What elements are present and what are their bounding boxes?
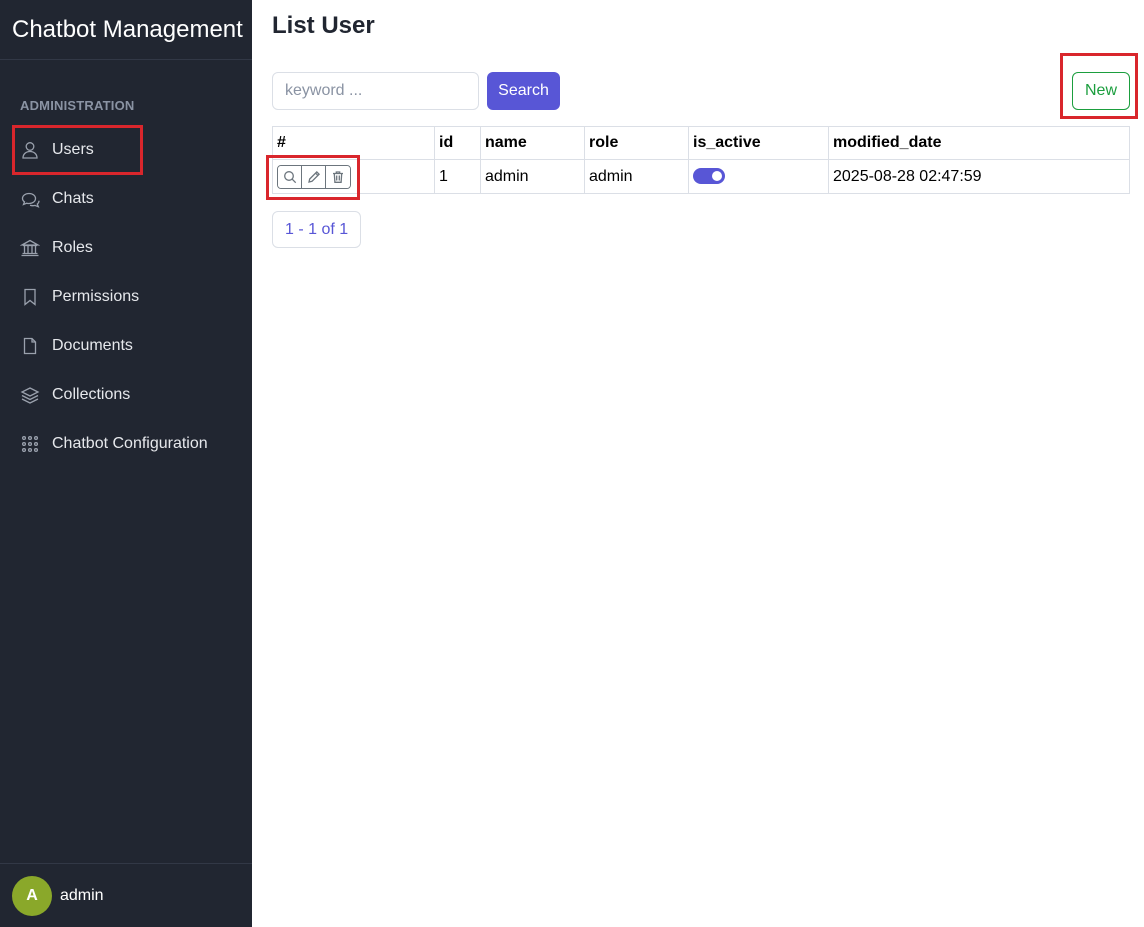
cell-role: admin [584, 159, 689, 194]
toggle-knob [712, 171, 722, 182]
sidebar-item-label: Chats [52, 189, 94, 207]
page-title: List User [272, 12, 375, 39]
table-header-row: # id name role is_active modified_date [272, 126, 1130, 160]
main-content: List User Search New # id name role is_a… [252, 0, 1144, 927]
sidebar-item-label: Documents [52, 336, 133, 354]
sidebar-item-label: Collections [52, 385, 131, 403]
document-icon [20, 336, 40, 356]
new-button[interactable]: New [1072, 72, 1130, 110]
cell-name: admin [480, 159, 585, 194]
search-icon [283, 170, 296, 183]
sidebar-item-label: Roles [52, 238, 93, 256]
sidebar-item-chats[interactable]: Chats [0, 174, 252, 223]
sidebar-item-collections[interactable]: Collections [0, 370, 252, 419]
row-action-group [277, 164, 351, 189]
sidebar-item-documents[interactable]: Documents [0, 321, 252, 370]
sidebar-footer[interactable]: A admin [0, 863, 252, 927]
cell-modified-date: 2025-08-28 02:47:59 [828, 159, 1130, 194]
view-button[interactable] [278, 165, 302, 188]
sidebar-item-label: Users [52, 140, 94, 158]
cell-id: 1 [434, 159, 481, 194]
column-header-actions: # [272, 126, 435, 160]
pencil-icon [307, 170, 320, 183]
column-header-name[interactable]: name [480, 126, 585, 160]
grid-dots-icon [20, 434, 40, 454]
row-actions-cell [272, 159, 435, 194]
sidebar-item-permissions[interactable]: Permissions [0, 272, 252, 321]
column-header-id[interactable]: id [434, 126, 481, 160]
avatar[interactable]: A [12, 875, 52, 916]
users-table: # id name role is_active modified_date 1… [272, 126, 1130, 194]
chat-icon [20, 189, 40, 209]
edit-button[interactable] [302, 165, 326, 188]
search-input[interactable] [272, 72, 479, 110]
sidebar: Chatbot Management ADMINISTRATION Users … [0, 0, 252, 927]
bank-icon [20, 238, 40, 258]
column-header-modified-date[interactable]: modified_date [828, 126, 1130, 160]
trash-icon [333, 170, 343, 183]
layers-icon [20, 385, 40, 405]
search-button[interactable]: Search [487, 72, 560, 110]
sidebar-item-users[interactable]: Users [0, 125, 252, 174]
pagination-info[interactable]: 1 - 1 of 1 [272, 211, 362, 248]
sidebar-item-chatbot-configuration[interactable]: Chatbot Configuration [0, 419, 252, 468]
current-user-name[interactable]: admin [60, 887, 104, 905]
cell-is-active [688, 159, 829, 194]
sidebar-item-label: Chatbot Configuration [52, 434, 208, 452]
table-row: 1 admin admin 2025-08-28 02:47:59 [272, 159, 1130, 194]
column-header-is-active[interactable]: is_active [688, 126, 829, 160]
bookmark-icon [20, 287, 40, 307]
sidebar-item-label: Permissions [52, 287, 140, 305]
sidebar-item-roles[interactable]: Roles [0, 223, 252, 272]
sidebar-brand[interactable]: Chatbot Management [0, 0, 252, 60]
user-icon [20, 140, 40, 160]
nav-section-label: ADMINISTRATION [20, 98, 135, 113]
is-active-toggle[interactable] [693, 168, 725, 185]
delete-button[interactable] [326, 165, 350, 188]
column-header-role[interactable]: role [584, 126, 689, 160]
